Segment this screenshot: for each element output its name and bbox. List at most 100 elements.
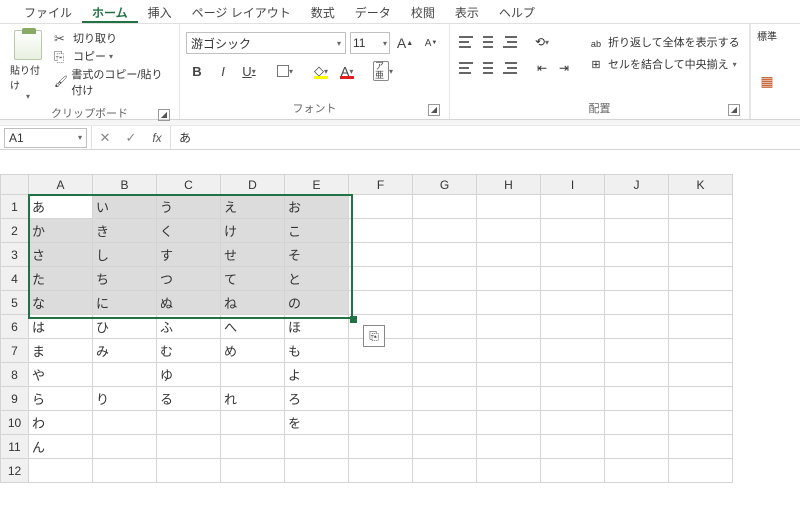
cell[interactable]: た [29,267,93,291]
cell[interactable] [669,291,733,315]
cell[interactable] [221,411,285,435]
cell[interactable]: は [29,315,93,339]
tab-表示[interactable]: 表示 [445,0,489,23]
cell[interactable] [541,387,605,411]
cell[interactable]: と [285,267,349,291]
column-header[interactable]: D [221,175,285,195]
cell[interactable]: に [93,291,157,315]
row-header[interactable]: 1 [1,195,29,219]
cell[interactable] [477,459,541,483]
cell[interactable]: あ [29,195,93,219]
cell[interactable] [541,195,605,219]
cell[interactable] [669,195,733,219]
select-all-corner[interactable] [1,175,29,195]
cell[interactable] [157,435,221,459]
column-header[interactable]: K [669,175,733,195]
cell[interactable] [669,459,733,483]
cell[interactable]: の [285,291,349,315]
cut-button[interactable]: 切り取り [54,30,173,46]
row-header[interactable]: 9 [1,387,29,411]
cell[interactable] [605,411,669,435]
cell[interactable] [477,411,541,435]
cell[interactable] [541,291,605,315]
cell[interactable] [605,243,669,267]
cell[interactable] [477,435,541,459]
cell[interactable]: ゆ [157,363,221,387]
cell[interactable] [669,435,733,459]
format-painter-button[interactable]: 書式のコピー/貼り付け [54,66,173,98]
row-header[interactable]: 8 [1,363,29,387]
cell[interactable] [541,435,605,459]
cell[interactable]: る [157,387,221,411]
row-header[interactable]: 11 [1,435,29,459]
row-header[interactable]: 12 [1,459,29,483]
cell[interactable]: け [221,219,285,243]
cell[interactable]: み [93,339,157,363]
cell[interactable]: な [29,291,93,315]
cell[interactable] [413,435,477,459]
cell[interactable] [157,411,221,435]
tab-校閲[interactable]: 校閲 [401,0,445,23]
orientation-button[interactable]: ⟲▾ [532,32,552,52]
align-top-button[interactable] [456,32,476,52]
tab-データ[interactable]: データ [345,0,401,23]
cell[interactable] [93,411,157,435]
cell[interactable] [349,267,413,291]
cell[interactable] [541,339,605,363]
cell[interactable] [605,339,669,363]
cell[interactable] [669,267,733,291]
cell[interactable]: ひ [93,315,157,339]
cell[interactable] [349,459,413,483]
row-header[interactable]: 10 [1,411,29,435]
fill-color-button[interactable]: ◇▾ [310,60,332,82]
cell[interactable] [605,195,669,219]
cell[interactable]: き [93,219,157,243]
cell[interactable] [477,387,541,411]
cell[interactable] [541,219,605,243]
quick-analysis-button[interactable]: ⎘ [363,325,385,347]
cell[interactable] [221,363,285,387]
cell[interactable] [413,195,477,219]
bold-button[interactable]: B [186,60,208,82]
cell[interactable]: ち [93,267,157,291]
worksheet-grid[interactable]: ABCDEFGHIJK1あいうえお2かきくけこ3さしすせそ4たちつてと5なにぬね… [0,174,800,483]
cell[interactable] [413,339,477,363]
cell[interactable]: て [221,267,285,291]
align-bottom-button[interactable] [500,32,520,52]
cell[interactable]: ほ [285,315,349,339]
cell[interactable]: う [157,195,221,219]
cell[interactable]: す [157,243,221,267]
phonetic-button[interactable]: ア亜▾ [372,60,394,82]
copy-button[interactable]: コピー▾ [54,48,173,64]
cell[interactable]: ら [29,387,93,411]
tab-ページ レイアウト[interactable]: ページ レイアウト [182,0,301,23]
number-format-icon[interactable]: ▦ [760,73,773,90]
cell[interactable] [605,387,669,411]
increase-font-button[interactable]: A▲ [394,32,416,54]
font-name-combo[interactable]: 游ゴシック▾ [186,32,346,54]
row-header[interactable]: 6 [1,315,29,339]
cell[interactable] [605,291,669,315]
column-header[interactable]: C [157,175,221,195]
cell[interactable]: つ [157,267,221,291]
dialog-launcher[interactable]: ◢ [158,109,170,121]
cell[interactable] [349,219,413,243]
cell[interactable] [413,315,477,339]
cell[interactable]: い [93,195,157,219]
cell[interactable] [349,363,413,387]
cell[interactable]: ね [221,291,285,315]
row-header[interactable]: 2 [1,219,29,243]
column-header[interactable]: E [285,175,349,195]
cell[interactable] [605,219,669,243]
cell[interactable]: も [285,339,349,363]
cell[interactable] [349,387,413,411]
tab-数式[interactable]: 数式 [301,0,345,23]
cell[interactable] [413,219,477,243]
cell[interactable] [349,243,413,267]
cell[interactable] [669,411,733,435]
cell[interactable] [477,291,541,315]
cell[interactable] [541,315,605,339]
cell[interactable] [669,219,733,243]
cell[interactable]: ろ [285,387,349,411]
cell[interactable] [349,435,413,459]
